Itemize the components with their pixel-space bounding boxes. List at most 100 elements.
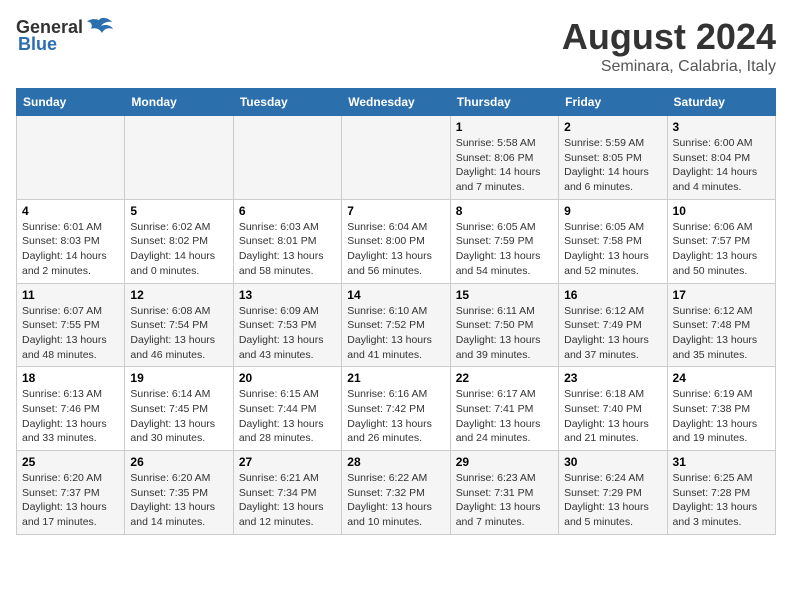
table-row: 5 Sunrise: 6:02 AM Sunset: 8:02 PM Daylig…	[125, 199, 233, 283]
calendar-table: Sunday Monday Tuesday Wednesday Thursday…	[16, 88, 776, 535]
day-number: 18	[22, 371, 119, 385]
day-info: Sunrise: 6:04 AM Sunset: 8:00 PM Dayligh…	[347, 220, 444, 279]
day-info: Sunrise: 6:00 AM Sunset: 8:04 PM Dayligh…	[673, 136, 770, 195]
day-info: Sunrise: 6:19 AM Sunset: 7:38 PM Dayligh…	[673, 387, 770, 446]
day-number: 1	[456, 120, 553, 134]
table-row: 10 Sunrise: 6:06 AM Sunset: 7:57 PM Dayli…	[667, 199, 775, 283]
day-number: 27	[239, 455, 336, 469]
day-info: Sunrise: 6:21 AM Sunset: 7:34 PM Dayligh…	[239, 471, 336, 530]
calendar-header-row: Sunday Monday Tuesday Wednesday Thursday…	[17, 89, 776, 116]
day-number: 22	[456, 371, 553, 385]
table-row: 1 Sunrise: 5:58 AM Sunset: 8:06 PM Daylig…	[450, 116, 558, 200]
day-number: 16	[564, 288, 661, 302]
table-row: 6 Sunrise: 6:03 AM Sunset: 8:01 PM Daylig…	[233, 199, 341, 283]
table-row: 23Sunrise: 6:18 AM Sunset: 7:40 PM Dayli…	[559, 367, 667, 451]
table-row: 11 Sunrise: 6:07 AM Sunset: 7:55 PM Dayli…	[17, 283, 125, 367]
table-row	[342, 116, 450, 200]
day-info: Sunrise: 5:59 AM Sunset: 8:05 PM Dayligh…	[564, 136, 661, 195]
subtitle: Seminara, Calabria, Italy	[562, 58, 776, 76]
day-number: 8	[456, 204, 553, 218]
col-monday: Monday	[125, 89, 233, 116]
main-title: August 2024	[562, 16, 776, 58]
table-row: 26 Sunrise: 6:20 AM Sunset: 7:35 PM Dayli…	[125, 451, 233, 535]
table-row: 30 Sunrise: 6:24 AM Sunset: 7:29 PM Dayli…	[559, 451, 667, 535]
calendar-week-row: 1 Sunrise: 5:58 AM Sunset: 8:06 PM Daylig…	[17, 116, 776, 200]
calendar-week-row: 25Sunrise: 6:20 AM Sunset: 7:37 PM Dayli…	[17, 451, 776, 535]
day-info: Sunrise: 6:20 AM Sunset: 7:35 PM Dayligh…	[130, 471, 227, 530]
table-row	[17, 116, 125, 200]
calendar-week-row: 11 Sunrise: 6:07 AM Sunset: 7:55 PM Dayli…	[17, 283, 776, 367]
day-number: 5	[130, 204, 227, 218]
day-info: Sunrise: 6:01 AM Sunset: 8:03 PM Dayligh…	[22, 220, 119, 279]
table-row: 3 Sunrise: 6:00 AM Sunset: 8:04 PM Daylig…	[667, 116, 775, 200]
day-number: 11	[22, 288, 119, 302]
day-info: Sunrise: 6:12 AM Sunset: 7:48 PM Dayligh…	[673, 304, 770, 363]
table-row: 31Sunrise: 6:25 AM Sunset: 7:28 PM Dayli…	[667, 451, 775, 535]
col-saturday: Saturday	[667, 89, 775, 116]
day-number: 4	[22, 204, 119, 218]
day-number: 15	[456, 288, 553, 302]
day-number: 21	[347, 371, 444, 385]
table-row: 25Sunrise: 6:20 AM Sunset: 7:37 PM Dayli…	[17, 451, 125, 535]
day-number: 7	[347, 204, 444, 218]
table-row: 8Sunrise: 6:05 AM Sunset: 7:59 PM Daylig…	[450, 199, 558, 283]
table-row: 13Sunrise: 6:09 AM Sunset: 7:53 PM Dayli…	[233, 283, 341, 367]
table-row	[125, 116, 233, 200]
table-row: 2 Sunrise: 5:59 AM Sunset: 8:05 PM Daylig…	[559, 116, 667, 200]
logo: General Blue	[16, 16, 113, 55]
day-info: Sunrise: 6:07 AM Sunset: 7:55 PM Dayligh…	[22, 304, 119, 363]
day-info: Sunrise: 6:15 AM Sunset: 7:44 PM Dayligh…	[239, 387, 336, 446]
day-number: 26	[130, 455, 227, 469]
col-sunday: Sunday	[17, 89, 125, 116]
col-friday: Friday	[559, 89, 667, 116]
day-info: Sunrise: 6:12 AM Sunset: 7:49 PM Dayligh…	[564, 304, 661, 363]
table-row: 19 Sunrise: 6:14 AM Sunset: 7:45 PM Dayli…	[125, 367, 233, 451]
day-number: 9	[564, 204, 661, 218]
day-number: 12	[130, 288, 227, 302]
day-info: Sunrise: 6:22 AM Sunset: 7:32 PM Dayligh…	[347, 471, 444, 530]
table-row: 20Sunrise: 6:15 AM Sunset: 7:44 PM Dayli…	[233, 367, 341, 451]
day-info: Sunrise: 6:25 AM Sunset: 7:28 PM Dayligh…	[673, 471, 770, 530]
table-row	[233, 116, 341, 200]
table-row: 12Sunrise: 6:08 AM Sunset: 7:54 PM Dayli…	[125, 283, 233, 367]
day-info: Sunrise: 6:02 AM Sunset: 8:02 PM Dayligh…	[130, 220, 227, 279]
day-number: 30	[564, 455, 661, 469]
table-row: 15 Sunrise: 6:11 AM Sunset: 7:50 PM Dayli…	[450, 283, 558, 367]
table-row: 14Sunrise: 6:10 AM Sunset: 7:52 PM Dayli…	[342, 283, 450, 367]
day-info: Sunrise: 6:14 AM Sunset: 7:45 PM Dayligh…	[130, 387, 227, 446]
day-number: 10	[673, 204, 770, 218]
day-number: 24	[673, 371, 770, 385]
table-row: 7 Sunrise: 6:04 AM Sunset: 8:00 PM Daylig…	[342, 199, 450, 283]
col-thursday: Thursday	[450, 89, 558, 116]
day-info: Sunrise: 6:03 AM Sunset: 8:01 PM Dayligh…	[239, 220, 336, 279]
day-info: Sunrise: 6:20 AM Sunset: 7:37 PM Dayligh…	[22, 471, 119, 530]
day-info: Sunrise: 6:13 AM Sunset: 7:46 PM Dayligh…	[22, 387, 119, 446]
day-number: 3	[673, 120, 770, 134]
day-number: 2	[564, 120, 661, 134]
calendar-week-row: 4 Sunrise: 6:01 AM Sunset: 8:03 PM Daylig…	[17, 199, 776, 283]
table-row: 27 Sunrise: 6:21 AM Sunset: 7:34 PM Dayli…	[233, 451, 341, 535]
day-info: Sunrise: 6:23 AM Sunset: 7:31 PM Dayligh…	[456, 471, 553, 530]
day-info: Sunrise: 6:06 AM Sunset: 7:57 PM Dayligh…	[673, 220, 770, 279]
table-row: 16 Sunrise: 6:12 AM Sunset: 7:49 PM Dayli…	[559, 283, 667, 367]
col-tuesday: Tuesday	[233, 89, 341, 116]
day-number: 6	[239, 204, 336, 218]
day-info: Sunrise: 5:58 AM Sunset: 8:06 PM Dayligh…	[456, 136, 553, 195]
day-info: Sunrise: 6:05 AM Sunset: 7:58 PM Dayligh…	[564, 220, 661, 279]
day-number: 14	[347, 288, 444, 302]
table-row: 28 Sunrise: 6:22 AM Sunset: 7:32 PM Dayli…	[342, 451, 450, 535]
table-row: 21Sunrise: 6:16 AM Sunset: 7:42 PM Dayli…	[342, 367, 450, 451]
day-number: 19	[130, 371, 227, 385]
day-info: Sunrise: 6:24 AM Sunset: 7:29 PM Dayligh…	[564, 471, 661, 530]
col-wednesday: Wednesday	[342, 89, 450, 116]
day-info: Sunrise: 6:11 AM Sunset: 7:50 PM Dayligh…	[456, 304, 553, 363]
calendar-week-row: 18 Sunrise: 6:13 AM Sunset: 7:46 PM Dayli…	[17, 367, 776, 451]
day-info: Sunrise: 6:17 AM Sunset: 7:41 PM Dayligh…	[456, 387, 553, 446]
title-block: August 2024 Seminara, Calabria, Italy	[562, 16, 776, 76]
day-number: 29	[456, 455, 553, 469]
bird-icon	[85, 16, 113, 38]
logo-blue: Blue	[18, 34, 57, 55]
day-info: Sunrise: 6:09 AM Sunset: 7:53 PM Dayligh…	[239, 304, 336, 363]
table-row: 9 Sunrise: 6:05 AM Sunset: 7:58 PM Daylig…	[559, 199, 667, 283]
day-number: 28	[347, 455, 444, 469]
